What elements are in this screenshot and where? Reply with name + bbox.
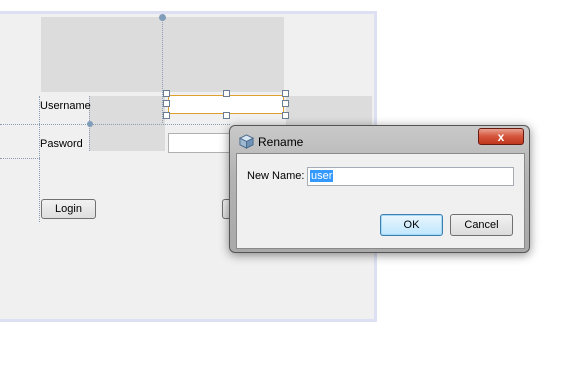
grid-guide: [162, 17, 163, 123]
new-name-label: New Name:: [247, 170, 305, 182]
guide-anchor-icon[interactable]: [159, 14, 166, 21]
resize-handle[interactable]: [223, 112, 230, 119]
resize-handle[interactable]: [223, 90, 230, 97]
dialog-body: New Name: user OK Cancel: [236, 153, 525, 249]
login-button[interactable]: Login: [41, 199, 96, 219]
grid-guide: [39, 96, 40, 222]
new-name-input[interactable]: user: [307, 167, 514, 186]
cube-icon: [239, 134, 254, 149]
close-button[interactable]: x: [478, 128, 524, 145]
resize-handle[interactable]: [282, 112, 289, 119]
selected-text: user: [310, 170, 334, 182]
username-label: Username: [40, 100, 91, 112]
cancel-button[interactable]: Cancel: [450, 214, 513, 236]
close-icon: x: [497, 129, 505, 144]
password-label: Pasword: [40, 138, 83, 150]
resize-handle[interactable]: [282, 100, 289, 107]
resize-handle[interactable]: [163, 90, 170, 97]
rename-dialog: Rename x New Name: user OK Cancel: [229, 125, 530, 253]
resize-handle[interactable]: [163, 100, 170, 107]
grid-guide: [0, 158, 40, 159]
dialog-title: Rename: [258, 135, 304, 149]
resize-handle[interactable]: [282, 90, 289, 97]
resize-handle[interactable]: [163, 112, 170, 119]
grid-guide: [0, 124, 230, 125]
ok-button[interactable]: OK: [380, 214, 443, 236]
password-field[interactable]: [168, 133, 230, 153]
guide-anchor-icon[interactable]: [87, 121, 93, 127]
